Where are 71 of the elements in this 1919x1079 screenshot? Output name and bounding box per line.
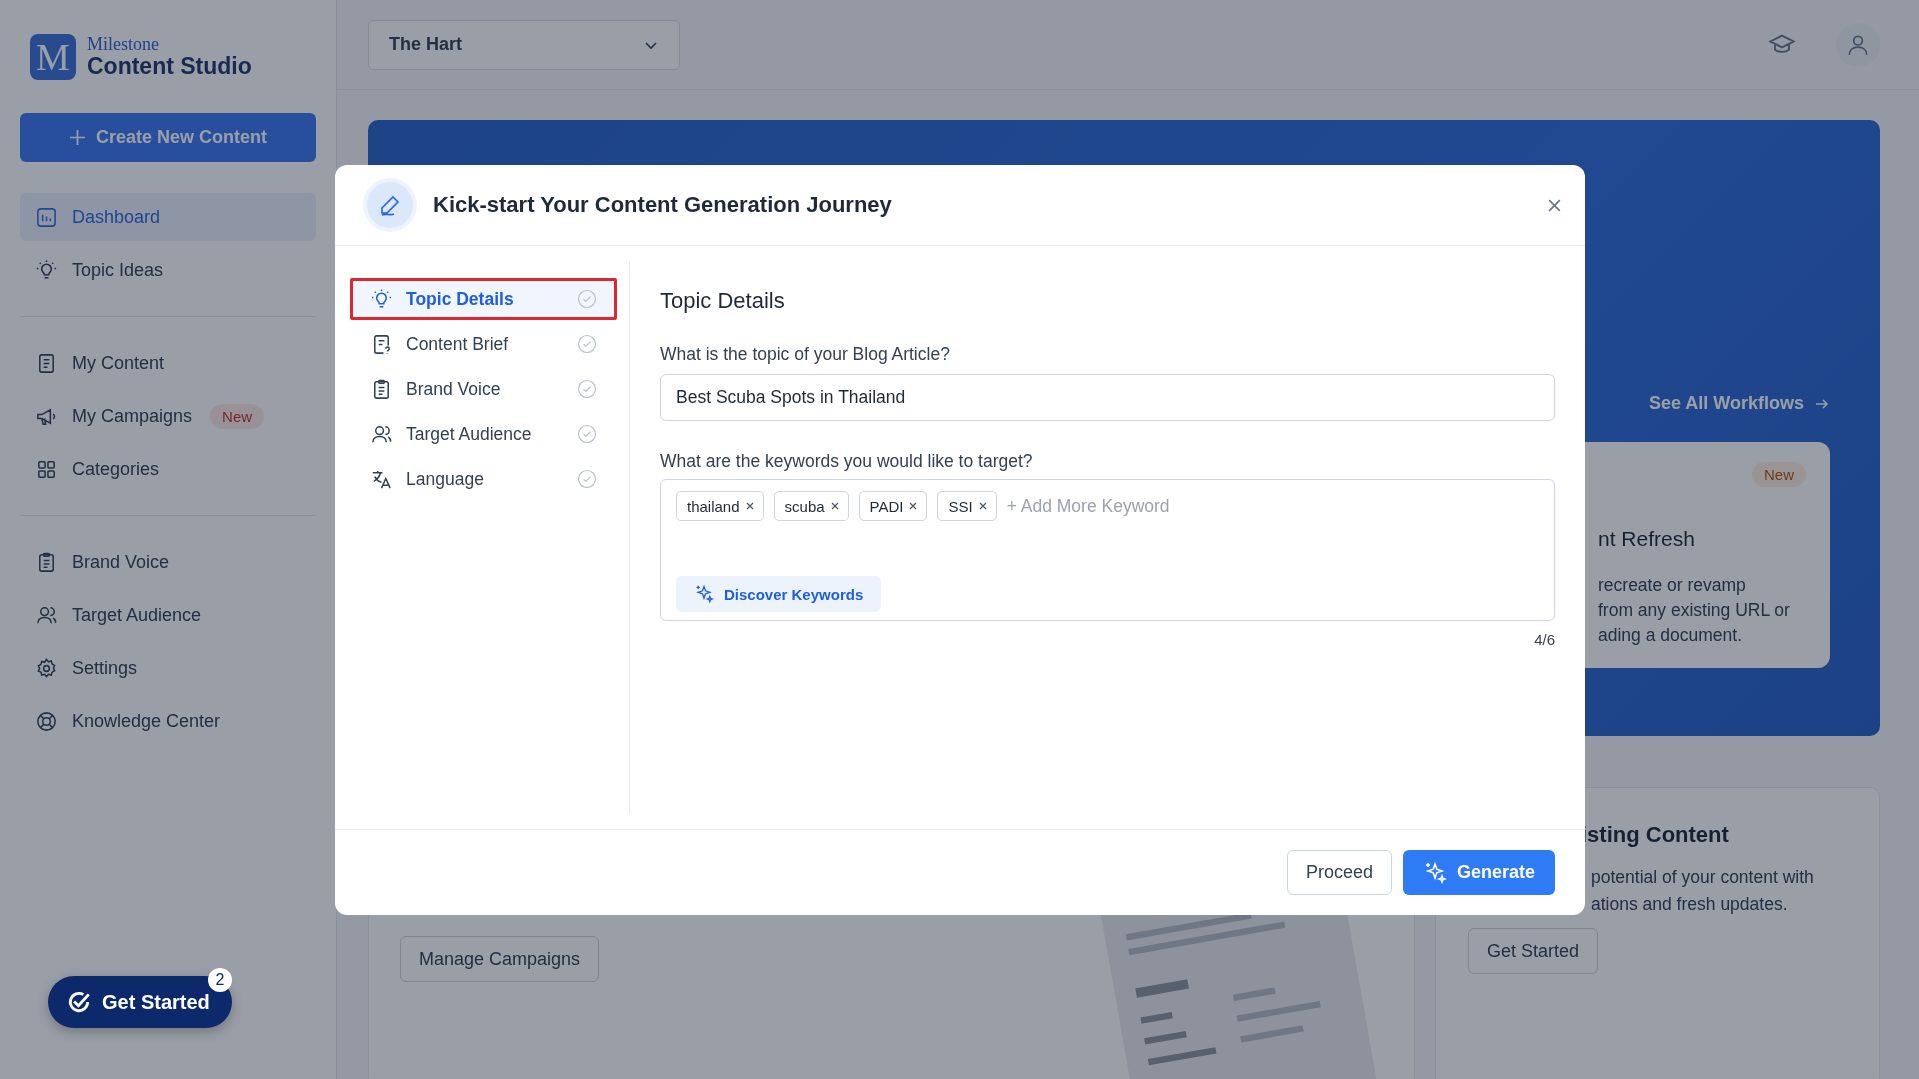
manage-campaigns-button[interactable]: Manage Campaigns bbox=[400, 936, 600, 982]
step-item[interactable]: Content Brief bbox=[350, 323, 617, 365]
keyword-chip[interactable]: SSI bbox=[937, 491, 997, 521]
keyword-placeholder: + Add More Keyword bbox=[1006, 495, 1170, 517]
step-item[interactable]: Target Audience bbox=[350, 413, 617, 455]
create-content-button[interactable]: Create New Content bbox=[20, 113, 316, 162]
sidebar-item-label: Topic Ideas bbox=[72, 259, 164, 281]
get-started-button[interactable]: Get Started bbox=[1468, 928, 1599, 974]
workflow-title: nt Refresh bbox=[1598, 527, 1695, 551]
sidebar-item[interactable]: Topic Ideas bbox=[20, 246, 316, 294]
discover-keywords-button[interactable]: Discover Keywords bbox=[676, 576, 882, 612]
workflow-description: recreate or revamp bbox=[1598, 574, 1747, 597]
sidebar-item-label: Knowledge Center bbox=[72, 710, 221, 732]
chart-icon bbox=[35, 205, 58, 229]
keyword-chip[interactable]: PADI bbox=[858, 491, 928, 521]
sidebar-item-label: Dashboard bbox=[72, 206, 161, 228]
see-all-workflows-link[interactable]: See All Workflows bbox=[1648, 393, 1830, 414]
sidebar-item-label: Settings bbox=[72, 657, 138, 679]
card-description: potential of your content with bbox=[1591, 866, 1814, 889]
topic-input-field[interactable]: Best Scuba Spots in Thailand bbox=[660, 374, 1555, 421]
brand-subtitle: Milestone bbox=[87, 35, 160, 53]
field-label: What is the topic of your Blog Article? bbox=[660, 344, 951, 365]
remove-icon[interactable] bbox=[744, 501, 755, 511]
sidebar-item[interactable]: Categories bbox=[20, 445, 316, 493]
section-heading: Topic Details bbox=[660, 288, 786, 314]
keyword-chip[interactable]: scuba bbox=[773, 491, 849, 521]
workflow-description: from any existing URL or bbox=[1598, 599, 1790, 622]
sidebar-item-label: My Content bbox=[72, 352, 165, 374]
workflow-description: ading a document. bbox=[1598, 624, 1743, 647]
step-item[interactable]: Language bbox=[350, 458, 617, 500]
check-circle-icon bbox=[66, 989, 92, 1015]
lifebuoy-icon bbox=[35, 709, 58, 733]
sidebar-item-label: Brand Voice bbox=[72, 551, 170, 573]
sidebar-item-label: Categories bbox=[72, 458, 160, 480]
sidebar-item[interactable]: Target Audience bbox=[20, 591, 316, 639]
sparkle-icon bbox=[694, 584, 714, 604]
workspace-dropdown[interactable]: The Hart bbox=[368, 19, 680, 70]
sidebar-item[interactable]: Dashboard bbox=[20, 193, 316, 241]
generate-button[interactable]: Generate bbox=[1402, 850, 1555, 895]
remove-icon[interactable] bbox=[829, 501, 840, 511]
check-circle-icon bbox=[577, 334, 597, 354]
proceed-button[interactable]: Proceed bbox=[1286, 850, 1392, 895]
keywords-input-field[interactable]: thailand scuba PADI SSI + Add More Keyword Discover Keywords bbox=[660, 479, 1555, 621]
sidebar-item[interactable]: Settings bbox=[20, 644, 316, 692]
settings-icon bbox=[35, 656, 58, 680]
pen-icon bbox=[367, 182, 413, 228]
plus-icon bbox=[69, 129, 86, 146]
app-title: Content Studio bbox=[87, 55, 252, 78]
logo-icon: M bbox=[30, 33, 76, 80]
new-badge: New bbox=[210, 403, 265, 429]
sidebar-item[interactable]: My Content bbox=[20, 339, 316, 387]
field-label: What are the keywords you would like to target? bbox=[660, 451, 1034, 472]
check-circle-icon bbox=[577, 289, 597, 309]
remove-icon[interactable] bbox=[908, 501, 919, 511]
workspace-name: The Hart bbox=[389, 34, 462, 55]
check-circle-icon bbox=[577, 424, 597, 444]
sidebar-item[interactable]: Knowledge Center bbox=[20, 697, 316, 745]
modal-title: Kick-start Your Content Generation Journey bbox=[433, 192, 893, 218]
check-circle-icon bbox=[577, 379, 597, 399]
keyword-counter: 4/6 bbox=[1534, 631, 1555, 648]
card-description: ations and fresh updates. bbox=[1591, 893, 1789, 916]
keyword-chip[interactable]: thailand bbox=[676, 491, 764, 521]
check-circle-icon bbox=[577, 469, 597, 489]
sidebar-item-label: Target Audience bbox=[72, 604, 202, 626]
step-item[interactable]: Topic Details bbox=[350, 278, 617, 320]
sidebar-item-label: My Campaigns bbox=[72, 405, 193, 427]
remove-icon[interactable] bbox=[977, 501, 988, 511]
sidebar-item[interactable]: Brand Voice bbox=[20, 538, 316, 586]
sidebar-item[interactable]: My Campaigns New bbox=[20, 392, 316, 440]
step-item[interactable]: Brand Voice bbox=[350, 368, 617, 410]
new-badge: New bbox=[1752, 462, 1806, 487]
